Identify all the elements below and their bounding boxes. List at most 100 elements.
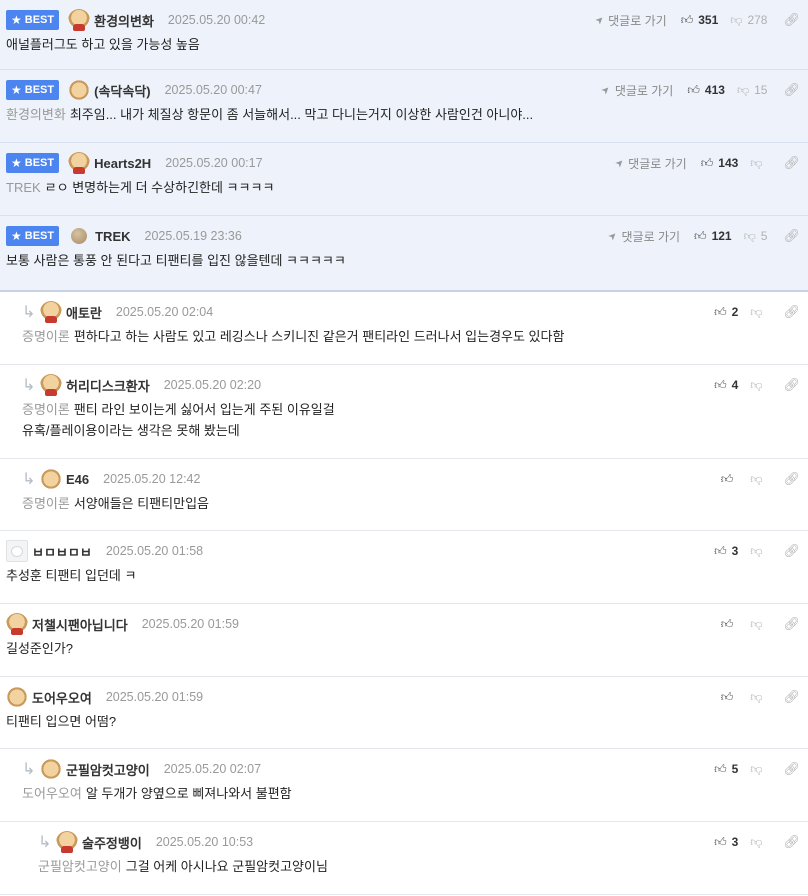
- comment-body: 군필암컷고양이 그걸 어케 아시나요 군필암컷고양이님: [38, 856, 800, 877]
- goto-comment-link[interactable]: ➤ 댓글로 가기: [613, 155, 687, 172]
- author-nickname[interactable]: 허리디스크환자: [66, 376, 150, 395]
- mention-link[interactable]: 증명이론: [22, 402, 70, 417]
- link-icon[interactable]: 🔗︎: [783, 689, 800, 705]
- link-icon[interactable]: 🔗︎: [783, 543, 800, 559]
- upvote-button[interactable]: 👍︎ 5: [714, 762, 738, 777]
- best-label: BEST: [24, 14, 55, 26]
- comment-header: ★ BEST TREK 2025.05.19 23:36 ➤ 댓글로 가기 👍︎ 121 👎︎ 5…: [0, 226, 808, 246]
- comment-actions: 👍︎ 3 👎︎ 🔗︎: [714, 832, 800, 852]
- avatar[interactable]: [40, 758, 62, 780]
- downvote-button[interactable]: 👎︎: [750, 690, 767, 705]
- downvote-button[interactable]: 👎︎: [750, 472, 767, 487]
- avatar[interactable]: [40, 468, 62, 490]
- comment-text: 유혹/플레이용이라는 생각은 못해 봤는데: [22, 423, 240, 438]
- best-badge: ★ BEST: [6, 226, 60, 246]
- mention-link[interactable]: 증명이론: [22, 329, 70, 344]
- upvote-button[interactable]: 👍︎: [721, 472, 739, 487]
- mention-link[interactable]: 도어우오여: [22, 786, 82, 801]
- link-icon[interactable]: 🔗︎: [783, 471, 800, 487]
- comment-date: 2025.05.20 00:42: [167, 13, 266, 27]
- mention-link[interactable]: 군필암컷고양이: [38, 859, 122, 874]
- link-icon[interactable]: 🔗︎: [783, 228, 800, 244]
- downvote-button[interactable]: 👎︎: [750, 617, 767, 632]
- author-nickname[interactable]: Hearts2H: [94, 156, 151, 171]
- upvote-button[interactable]: 👍︎ 143: [701, 156, 739, 171]
- comment-text: 애널플러그도 하고 있을 가능성 높음: [6, 37, 200, 52]
- upvote-button[interactable]: 👍︎ 2: [714, 305, 738, 320]
- avatar[interactable]: [68, 9, 91, 31]
- author-nickname[interactable]: 저챌시팬아닙니다: [32, 615, 128, 634]
- thumbs-up-icon: 👍︎: [694, 228, 707, 243]
- author-nickname[interactable]: 군필암컷고양이: [66, 760, 150, 779]
- comment-actions: 👍︎ 👎︎ 🔗︎: [721, 687, 800, 707]
- author-nickname[interactable]: ㅂㅁㅂㅁㅂ: [32, 542, 92, 561]
- goto-comment-link[interactable]: ➤ 댓글로 가기: [600, 82, 674, 99]
- link-icon[interactable]: 🔗︎: [783, 761, 800, 777]
- mention-link[interactable]: 환경의변화: [6, 107, 66, 122]
- upvote-button[interactable]: 👍︎ 351: [681, 13, 719, 28]
- downvote-button[interactable]: 👎︎: [750, 378, 767, 393]
- comment-body: 보통 사람은 통풍 안 된다고 티팬티를 입진 않을텐데 ㅋㅋㅋㅋㅋ: [6, 250, 800, 271]
- comment-line: 환경의변화 최주임... 내가 체질상 항문이 좀 서늘해서... 막고 다니는거…: [6, 104, 800, 125]
- comment-actions: 👍︎ 👎︎ 🔗︎: [721, 614, 800, 634]
- comment-item: ↳ E46 2025.05.20 12:42 👍︎ 👎︎ 🔗︎ 증명이론 서양애들은 티팬티만…: [0, 459, 808, 531]
- avatar[interactable]: [68, 79, 91, 101]
- link-icon[interactable]: 🔗︎: [783, 616, 800, 632]
- thumbs-up-icon: 👍︎: [700, 155, 714, 170]
- avatar[interactable]: [6, 686, 28, 708]
- upvote-button[interactable]: 👍︎ 3: [714, 544, 738, 559]
- author-nickname[interactable]: 도어우오여: [32, 688, 92, 707]
- avatar[interactable]: [56, 831, 78, 853]
- avatar[interactable]: [68, 152, 91, 174]
- avatar[interactable]: [6, 613, 28, 635]
- author-nickname[interactable]: TREK: [95, 229, 130, 244]
- downvote-button[interactable]: 👎︎: [750, 762, 767, 777]
- upvote-button[interactable]: 👍︎ 121: [694, 229, 732, 244]
- downvote-button[interactable]: 👎︎ 15: [737, 83, 768, 98]
- avatar[interactable]: [6, 540, 28, 562]
- goto-comment-link[interactable]: ➤ 댓글로 가기: [593, 12, 667, 29]
- downvote-button[interactable]: 👎︎: [750, 305, 767, 320]
- upvote-button[interactable]: 👍︎ 4: [714, 378, 738, 393]
- thumbs-down-icon: 👎︎: [750, 377, 763, 392]
- link-icon[interactable]: 🔗︎: [783, 304, 800, 320]
- author-nickname[interactable]: (속닥속닥): [94, 81, 151, 100]
- reply-arrow-icon: ↳: [22, 471, 36, 488]
- link-icon[interactable]: 🔗︎: [783, 82, 800, 98]
- mention-link[interactable]: 증명이론: [22, 496, 70, 511]
- upvote-count: 413: [704, 83, 725, 97]
- downvote-button[interactable]: 👎︎: [750, 156, 767, 171]
- link-icon[interactable]: 🔗︎: [783, 377, 800, 393]
- downvote-button[interactable]: 👎︎: [750, 835, 767, 850]
- link-icon[interactable]: 🔗︎: [783, 155, 800, 171]
- thumbs-down-icon: 👎︎: [750, 543, 763, 558]
- upvote-count: 5: [731, 762, 739, 776]
- reply-arrow-icon: ↳: [22, 377, 36, 394]
- upvote-button[interactable]: 👍︎: [721, 617, 739, 632]
- author-nickname[interactable]: E46: [66, 472, 89, 487]
- thumbs-up-icon: 👍︎: [720, 616, 734, 631]
- comment-body: 환경의변화 최주임... 내가 체질상 항문이 좀 서늘해서... 막고 다니는거…: [6, 104, 800, 125]
- link-icon[interactable]: 🔗︎: [783, 12, 800, 28]
- avatar[interactable]: [40, 301, 62, 323]
- comment-header: ㅂㅁㅂㅁㅂ 2025.05.20 01:58 👍︎ 3 👎︎ 🔗︎: [0, 540, 808, 562]
- comment-date: 2025.05.20 02:04: [115, 305, 214, 319]
- author-nickname[interactable]: 환경의변화: [94, 11, 154, 30]
- downvote-button[interactable]: 👎︎ 5: [744, 229, 768, 244]
- author-nickname[interactable]: 애토란: [66, 303, 102, 322]
- avatar[interactable]: [71, 228, 88, 244]
- mention-link[interactable]: TREK: [6, 180, 41, 195]
- upvote-button[interactable]: 👍︎ 413: [687, 83, 725, 98]
- goto-comment-link[interactable]: ➤ 댓글로 가기: [606, 228, 680, 245]
- comment-actions: 👍︎ 2 👎︎ 🔗︎: [714, 302, 800, 322]
- best-badge: ★ BEST: [6, 153, 60, 173]
- avatar[interactable]: [40, 374, 62, 396]
- author-nickname[interactable]: 술주정뱅이: [82, 833, 142, 852]
- upvote-button[interactable]: 👍︎ 3: [714, 835, 738, 850]
- comment-actions: 👍︎ 3 👎︎ 🔗︎: [714, 541, 800, 561]
- downvote-button[interactable]: 👎︎: [750, 544, 767, 559]
- comment-line: 길성준인가?: [6, 638, 800, 659]
- downvote-button[interactable]: 👎︎ 278: [730, 13, 767, 28]
- upvote-button[interactable]: 👍︎: [721, 690, 739, 705]
- link-icon[interactable]: 🔗︎: [783, 834, 800, 850]
